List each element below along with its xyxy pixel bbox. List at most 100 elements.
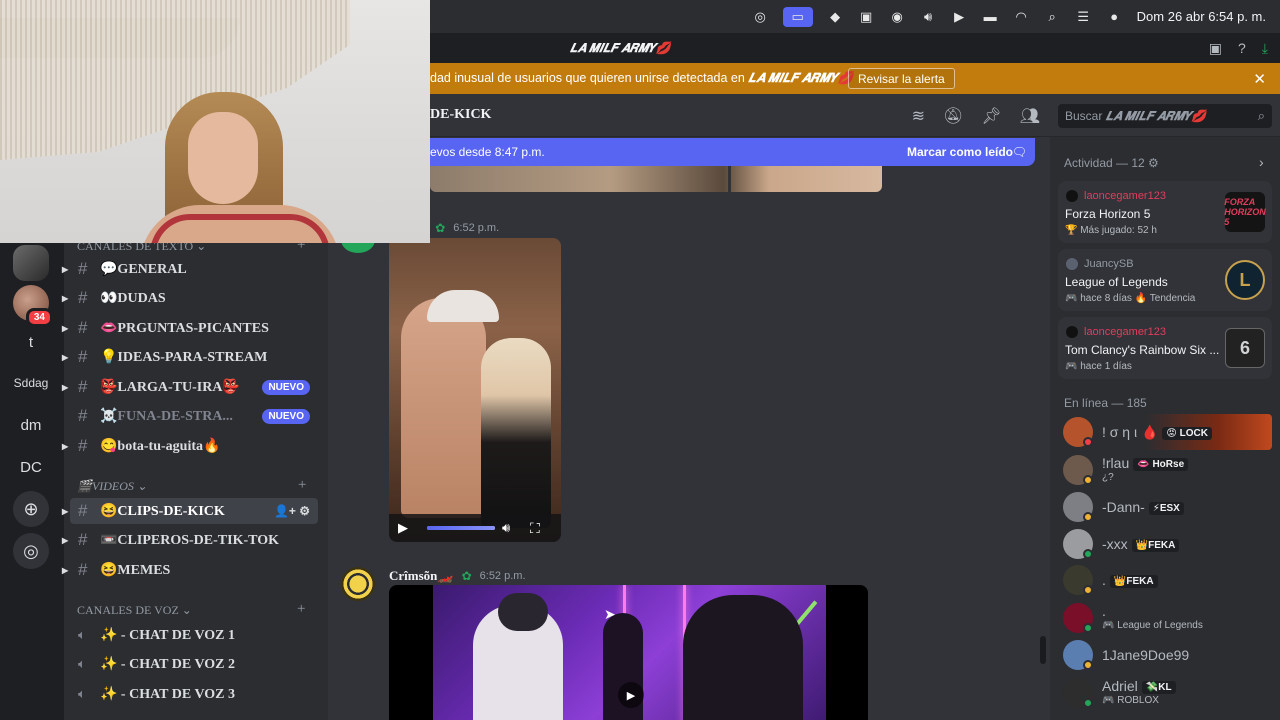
hash-icon: # (78, 347, 88, 366)
activity-card[interactable]: JuancySB League of Legends 🎮 hace 8 días… (1058, 249, 1272, 311)
member-name-text: !rlau (1102, 455, 1130, 471)
speaker-icon: 🔈︎ (78, 686, 86, 701)
member-row[interactable]: -Dann- ⚡ESX (1058, 489, 1272, 525)
category-videos[interactable]: 🎬VIDEOS ⌄ + (77, 477, 307, 494)
video-person-head (498, 593, 548, 631)
member-row[interactable]: 1Jane9Doe99 (1058, 637, 1272, 673)
help-icon[interactable]: ? (1238, 40, 1246, 57)
server-dc[interactable]: DC (13, 449, 49, 485)
channel-arrow-icon: ▶ (62, 323, 69, 333)
wifi-icon[interactable]: ◠ (1013, 9, 1030, 24)
channel-settings-icons[interactable]: 👤+ ⚙ (274, 504, 310, 518)
message-avatar[interactable] (341, 567, 375, 601)
hash-icon: # (78, 406, 88, 425)
review-alert-button[interactable]: Revisar la alerta (848, 68, 955, 89)
member-tag: 👑FEKA (1131, 538, 1180, 552)
add-server-icon[interactable]: ⊕ (13, 491, 49, 527)
channel-ideas-para-stream[interactable]: ▶ # 💡IDEAS-PARA-STREAM (62, 344, 318, 370)
volume-slider[interactable] (427, 526, 495, 530)
channel-larga-tu-ira[interactable]: ▶ # 👺LARGA-TU-IRA👺 NUEVO (62, 374, 318, 400)
channel-name: ✨ - CHAT DE VOZ 1 (100, 627, 236, 643)
category-voice-channels[interactable]: CANALES DE VOZ ⌄ + (77, 601, 305, 618)
play-icon[interactable]: ▶ (618, 682, 644, 708)
member-row[interactable]: . 👑FEKA (1058, 562, 1272, 598)
activity-card[interactable]: laoncegamer123 Forza Horizon 5 🏆 Más jug… (1058, 181, 1272, 243)
channel-cliperos-de-tik-tok[interactable]: ▶ # 📼CLIPEROS-DE-TIK-TOK (62, 527, 318, 553)
member-name: -Dann- ⚡ESX (1102, 499, 1184, 515)
control-center-icon[interactable]: ☰ (1075, 9, 1092, 24)
inbox-icon[interactable]: ▣ (1209, 40, 1222, 57)
explore-icon[interactable]: ◎ (13, 533, 49, 569)
fullscreen-icon[interactable]: ⛶ (530, 520, 540, 537)
voice-channel-2[interactable]: 🔈︎ ✨ - CHAT DE VOZ 2 (70, 651, 318, 677)
member-row[interactable]: . 🎮 League of Legends (1058, 600, 1272, 636)
play-icon[interactable]: ▶ (398, 520, 408, 536)
member-row[interactable]: -xxx 👑FEKA (1058, 526, 1272, 562)
server-dm[interactable]: dm (13, 407, 49, 443)
menu-clock[interactable]: Dom 26 abr 6:54 p. m. (1137, 9, 1266, 24)
members-icon[interactable]: 👥︎ (1020, 106, 1040, 126)
streamer-face (188, 112, 258, 204)
pin-icon[interactable]: 📌︎ (981, 106, 1001, 126)
server-sddag[interactable]: Sddag (13, 365, 49, 401)
channel-name: 💬GENERAL (100, 261, 187, 277)
channel-clips-de-kick[interactable]: ▶ # 😆CLIPS-DE-KICK 👤+ ⚙ (62, 498, 318, 524)
server-icon-la-milf-army[interactable]: 34 (13, 285, 53, 327)
battery-icon[interactable]: ▬ (982, 9, 999, 24)
screen-share-icon[interactable]: ▭ (782, 6, 813, 27)
channel-general[interactable]: ▶ # 💬GENERAL (62, 256, 318, 282)
member-row[interactable]: Adriel 💸KL 🎮 ROBLOX (1058, 675, 1272, 711)
vpn-icon[interactable]: ◆ (827, 9, 844, 24)
video-attachment-2[interactable]: ▶ (389, 585, 868, 720)
activity-user: laoncegamer123 (1084, 190, 1166, 202)
message-author[interactable]: Crîmsõn🏎️ (389, 568, 454, 584)
volume-icon[interactable]: 🔊︎ (502, 520, 510, 536)
chevron-right-icon[interactable]: › (1259, 154, 1264, 170)
notion-icon[interactable]: ▣ (858, 9, 875, 24)
creative-cloud-icon[interactable]: ◎ (752, 9, 769, 24)
previous-image-attachment[interactable] (430, 166, 882, 192)
member-row[interactable]: !rlau 👄 HoRse ¿? (1058, 452, 1272, 488)
download-icon[interactable]: ⤓ (1262, 40, 1268, 57)
siri-icon[interactable]: ● (1106, 9, 1123, 24)
chat-scrollbar[interactable] (1040, 636, 1046, 664)
channel-name: 😆CLIPS-DE-KICK (100, 503, 225, 519)
activity-user: laoncegamer123 (1084, 326, 1166, 338)
channel-funa-de-stra[interactable]: # ☠️FUNA-DE-STRA... NUEVO (70, 403, 318, 429)
alert-text: dad inusual de usuarios que quieren unir… (430, 71, 853, 86)
server-t[interactable]: t (13, 324, 49, 360)
member-row[interactable]: ! σ η ι 🩸 😡 LOCK (1058, 414, 1272, 450)
copilot-icon[interactable]: ◉ (889, 9, 906, 24)
video-attachment-1[interactable]: ▶ 🔊︎ ⛶ (389, 238, 561, 542)
voice-channel-1[interactable]: 🔈︎ ✨ - CHAT DE VOZ 1 (70, 622, 318, 648)
activity-game: Tom Clancy's Rainbow Six ... (1065, 343, 1220, 357)
play-icon[interactable]: ▶ (951, 9, 968, 24)
activity-header[interactable]: Actividad — 12 ⚙ › (1064, 154, 1264, 170)
mark-as-read-button[interactable]: Marcar como leído (907, 145, 1013, 159)
channel-memes[interactable]: ▶ # 😆MEMES (62, 557, 318, 583)
window-title: 𝑳𝑨 𝑴𝑰𝑳𝑭 𝑨𝑹𝑴𝒀💋 (570, 40, 671, 55)
server-icon-photo[interactable] (13, 245, 49, 281)
activity-user: JuancySB (1084, 258, 1134, 270)
search-input[interactable]: Buscar 𝑳𝑨 𝑴𝑰𝑳𝑭 𝑨𝑹𝑴𝒀💋 ⌕ (1058, 104, 1272, 128)
status-idle (1083, 585, 1093, 595)
add-channel-icon[interactable]: + (297, 477, 307, 494)
add-channel-icon[interactable]: + (297, 601, 305, 618)
member-activity: 🎮 League of Legends (1102, 620, 1203, 631)
search-icon[interactable]: ⌕ (1044, 9, 1061, 24)
voice-channel-3[interactable]: 🔈︎ ✨ - CHAT DE VOZ 3 (70, 681, 318, 707)
new-messages-bar[interactable]: evos desde 8:47 p.m. Marcar como leído 🗨… (430, 138, 1035, 166)
activity-card[interactable]: laoncegamer123 Tom Clancy's Rainbow Six … (1058, 317, 1272, 379)
mark-read-icon: 🗨︎ (1011, 145, 1027, 159)
streamer-top (150, 214, 330, 243)
game-art-lol: L (1225, 260, 1265, 300)
channel-prguntas-picantes[interactable]: ▶ # 👄PRGUNTAS-PICANTES (62, 315, 318, 341)
threads-icon[interactable]: ≋ (912, 106, 925, 126)
category-label: CANALES DE VOZ (77, 603, 179, 617)
volume-icon[interactable]: 🔊︎ (920, 9, 937, 24)
channel-bota-tu-aguita[interactable]: ▶ # 😋bota-tu-aguita🔥 (62, 433, 318, 459)
mute-bell-icon[interactable]: 🔕︎ (943, 106, 963, 126)
channel-name: 📼CLIPEROS-DE-TIK-TOK (100, 532, 279, 548)
close-icon[interactable]: ✕ (1253, 70, 1266, 88)
channel-dudas[interactable]: ▶ # 👀DUDAS (62, 285, 318, 311)
